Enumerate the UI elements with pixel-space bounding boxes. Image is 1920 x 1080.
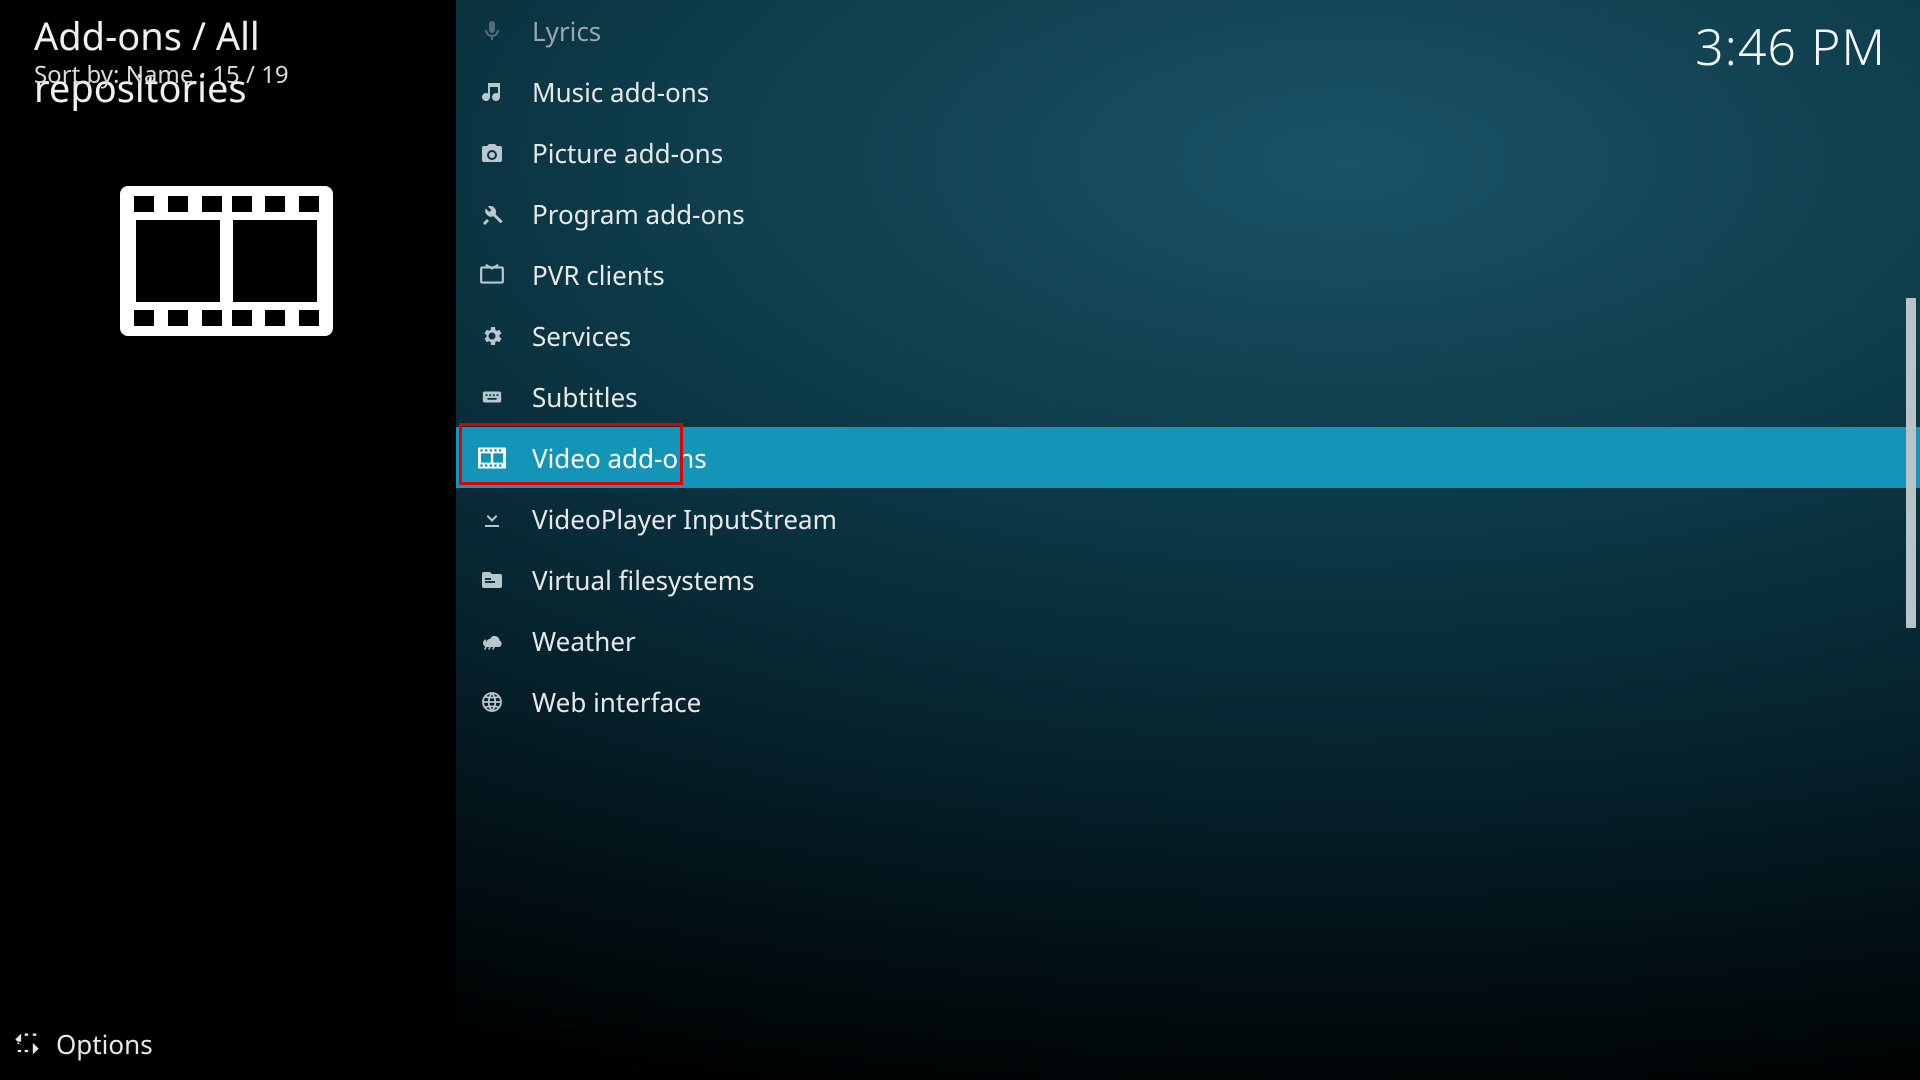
list-item-label: Weather [532,623,636,659]
list-item-web-interface[interactable]: Web interface [456,671,1920,732]
list-item-label: Music add-ons [532,74,709,110]
weather-icon [474,623,510,659]
list-item-music-addons[interactable]: Music add-ons [456,61,1920,122]
film-icon [120,186,333,336]
list-item-label: VideoPlayer InputStream [532,501,837,537]
list-item-picture-addons[interactable]: Picture add-ons [456,122,1920,183]
list-item-services[interactable]: Services [456,305,1920,366]
options-label: Options [56,1026,153,1062]
list-item-program-addons[interactable]: Program add-ons [456,183,1920,244]
folder-icon [474,562,510,598]
options-button[interactable]: Options [0,1026,153,1062]
sort-sep: · [193,58,212,91]
sort-value: Name [126,58,194,91]
microphone-icon [474,13,510,49]
list-item-label: Lyrics [532,13,601,49]
sidebar: Add-ons / All repositories Sort by: Name… [0,0,456,1080]
list-item-virtual-fs[interactable]: Virtual filesystems [456,549,1920,610]
list-item-weather[interactable]: Weather [456,610,1920,671]
tv-icon [474,257,510,293]
download-icon [474,501,510,537]
list-item-label: Picture add-ons [532,135,723,171]
list-item-label: Virtual filesystems [532,562,755,598]
gear-icon [474,318,510,354]
music-icon [474,74,510,110]
sort-counter: 15 / 19 [212,58,288,91]
camera-icon [474,135,510,171]
keyboard-icon [474,379,510,415]
list-item-label: Subtitles [532,379,638,415]
list-item-vp-inputstream[interactable]: VideoPlayer InputStream [456,488,1920,549]
list-item-label: PVR clients [532,257,665,293]
globe-icon [474,684,510,720]
film-icon [474,440,510,476]
list-item-label: Web interface [532,684,701,720]
list-item-label: Video add-ons [532,440,707,476]
list-item-subtitles[interactable]: Subtitles [456,366,1920,427]
scrollbar-thumb[interactable] [1906,298,1916,628]
list-item-label: Services [532,318,631,354]
tools-icon [474,196,510,232]
options-icon [10,1027,44,1061]
list-item-pvr-clients[interactable]: PVR clients [456,244,1920,305]
list-item-label: Program add-ons [532,196,745,232]
category-list: Lyrics Music add-ons Picture add-ons Progra… [456,0,1920,732]
sort-line: Sort by: Name · 15 / 19 [34,58,289,91]
sort-prefix: Sort by: [34,58,126,91]
list-item-video-addons[interactable]: Video add-ons [456,427,1920,488]
list-item-lyrics[interactable]: Lyrics [456,0,1920,61]
